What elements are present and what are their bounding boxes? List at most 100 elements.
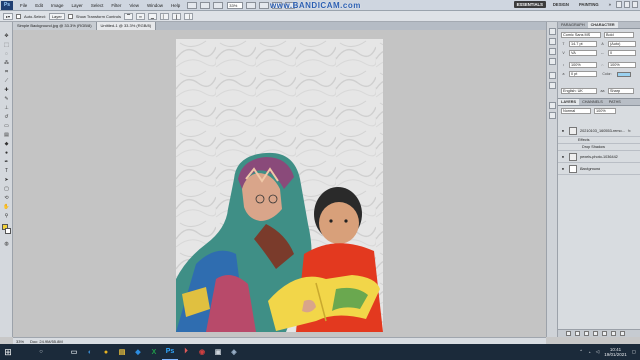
- visibility-eye-icon[interactable]: ●: [560, 166, 566, 172]
- clone-source-icon[interactable]: [549, 58, 556, 65]
- tab-layers[interactable]: LAYERS: [558, 99, 580, 105]
- add-mask-icon[interactable]: [584, 331, 589, 336]
- baseline-shift-field[interactable]: 0 pt: [569, 71, 597, 77]
- dodge-tool-icon[interactable]: ●: [3, 149, 10, 156]
- menu-view[interactable]: View: [125, 3, 143, 8]
- font-size-field[interactable]: 14.7 pt: [569, 41, 597, 47]
- menu-layer[interactable]: Layer: [68, 3, 87, 8]
- leading-field[interactable]: (Auto): [608, 41, 636, 47]
- quick-mask-icon[interactable]: ◍: [3, 240, 10, 247]
- align-right-icon[interactable]: ▕: [183, 12, 193, 20]
- history-panel-icon[interactable]: [549, 28, 556, 35]
- swatches-panel-icon[interactable]: [549, 72, 556, 79]
- media-player-icon[interactable]: ⏵: [178, 344, 194, 360]
- clone-stamp-tool-icon[interactable]: ⊥: [3, 104, 10, 111]
- volume-icon[interactable]: ◁: [596, 349, 599, 355]
- task-view-icon[interactable]: ▭: [66, 344, 82, 360]
- blur-tool-icon[interactable]: ◆: [3, 140, 10, 147]
- zoom-tool-icon[interactable]: ⚲: [3, 212, 10, 219]
- menu-image[interactable]: Image: [47, 3, 68, 8]
- minibridge-icon[interactable]: [200, 1, 211, 9]
- tracking-field[interactable]: 0: [608, 50, 636, 56]
- link-layers-icon[interactable]: [566, 331, 571, 336]
- status-zoom[interactable]: 33%: [16, 339, 24, 344]
- brush-tool-icon[interactable]: ✎: [3, 95, 10, 102]
- menu-file[interactable]: File: [16, 3, 31, 8]
- layer-effect-row[interactable]: Drop Shadow: [558, 144, 640, 151]
- history-brush-tool-icon[interactable]: ↺: [3, 113, 10, 120]
- notification-icon[interactable]: ▢: [632, 349, 636, 355]
- opacity-field[interactable]: 100%: [594, 108, 616, 114]
- brush-presets-icon[interactable]: [549, 48, 556, 55]
- tab-channels[interactable]: CHANNELS: [579, 99, 606, 105]
- kerning-field[interactable]: VA: [569, 50, 597, 56]
- type-tool-icon[interactable]: T: [3, 167, 10, 174]
- auto-select-dropdown[interactable]: Layer: [48, 12, 65, 20]
- maximize-button[interactable]: [624, 1, 630, 8]
- network-icon[interactable]: ◔: [588, 350, 591, 355]
- tab-paths[interactable]: PATHS: [606, 99, 624, 105]
- file-explorer-icon[interactable]: ▤: [114, 344, 130, 360]
- new-layer-icon[interactable]: [611, 331, 616, 336]
- search-icon[interactable]: ○: [16, 344, 66, 360]
- align-bottom-icon[interactable]: ▁: [147, 12, 157, 20]
- close-button[interactable]: [632, 1, 638, 8]
- move-tool-icon[interactable]: ✥: [3, 32, 10, 39]
- minimize-button[interactable]: [616, 1, 622, 8]
- language-select[interactable]: English: UK: [561, 88, 597, 94]
- workspace-painting[interactable]: PAINTING: [576, 1, 602, 8]
- layer-effects-row[interactable]: Effects: [558, 137, 640, 144]
- layer-row[interactable]: ● 20210103_160553-remo... fx: [558, 125, 640, 137]
- tab-untitled-1[interactable]: Untitled-1 @ 33.3% (RGB/8): [96, 22, 157, 30]
- text-color-swatch[interactable]: [617, 71, 631, 77]
- tab-simple-background[interactable]: Simple Background.jpg @ 33.3% (RGB/8): [13, 22, 97, 30]
- hand-tool-icon[interactable]: [246, 1, 257, 9]
- rotate-view-icon[interactable]: [259, 1, 270, 9]
- show-transform-checkbox[interactable]: [67, 13, 73, 19]
- background-color-swatch[interactable]: [5, 228, 11, 234]
- marquee-tool-icon[interactable]: ⬚: [3, 41, 10, 48]
- guides-icon[interactable]: [213, 1, 224, 9]
- canvas-area[interactable]: [13, 30, 546, 337]
- align-top-icon[interactable]: ▔: [123, 12, 134, 20]
- app-icon[interactable]: ▣: [210, 344, 226, 360]
- gradient-tool-icon[interactable]: ▤: [3, 131, 10, 138]
- delete-layer-icon[interactable]: [620, 331, 625, 336]
- lasso-tool-icon[interactable]: ◌: [3, 50, 10, 57]
- adjustments-panel-icon[interactable]: [549, 102, 556, 109]
- quick-select-tool-icon[interactable]: ⁂: [3, 59, 10, 66]
- menu-edit[interactable]: Edit: [31, 3, 47, 8]
- app-icon[interactable]: ◈: [226, 344, 242, 360]
- font-family-select[interactable]: Comic Sans MS: [561, 32, 601, 38]
- chrome-icon[interactable]: ●: [98, 344, 114, 360]
- font-style-select[interactable]: Bold: [604, 32, 634, 38]
- tool-preset-picker[interactable]: ▸▾: [3, 12, 14, 20]
- tab-paragraph[interactable]: PARAGRAPH: [558, 22, 588, 28]
- windows-start-icon[interactable]: ⊞: [0, 344, 16, 360]
- layer-row[interactable]: ● Background: [558, 163, 640, 175]
- chevron-up-icon[interactable]: ⌃: [579, 349, 583, 355]
- 3d-rotate-tool-icon[interactable]: ⟲: [3, 194, 10, 201]
- workspace-design[interactable]: DESIGN: [550, 1, 572, 8]
- visibility-eye-icon[interactable]: ●: [560, 128, 566, 134]
- adjustment-layer-icon[interactable]: [593, 331, 598, 336]
- new-group-icon[interactable]: [602, 331, 607, 336]
- actions-panel-icon[interactable]: [549, 38, 556, 45]
- eraser-tool-icon[interactable]: ▭: [3, 122, 10, 129]
- auto-select-checkbox[interactable]: [16, 13, 22, 19]
- workspace-more[interactable]: »: [606, 1, 614, 8]
- eyedropper-tool-icon[interactable]: ⟋: [3, 77, 10, 84]
- horizontal-scale-field[interactable]: 100%: [608, 62, 636, 68]
- path-select-tool-icon[interactable]: ➤: [3, 176, 10, 183]
- hand-tool-icon[interactable]: ✋: [3, 203, 10, 210]
- menu-help[interactable]: Help: [167, 3, 184, 8]
- workspace-essentials[interactable]: ESSENTIALS: [513, 1, 546, 8]
- bridge-icon[interactable]: [187, 1, 198, 9]
- fx-icon[interactable]: fx: [627, 128, 632, 133]
- crop-tool-icon[interactable]: ⌗: [3, 68, 10, 75]
- blend-mode-select[interactable]: Normal: [561, 108, 591, 114]
- menu-select[interactable]: Select: [87, 3, 108, 8]
- align-left-icon[interactable]: ▏: [159, 12, 170, 20]
- zoom-level-select[interactable]: 33%: [227, 1, 244, 9]
- clock[interactable]: 10:41 19/01/2021: [604, 347, 627, 357]
